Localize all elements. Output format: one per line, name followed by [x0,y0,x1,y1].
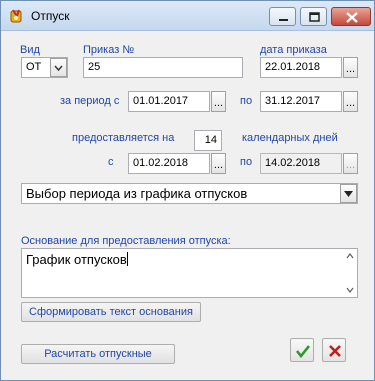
leave-to-picker-button: ... [343,153,358,174]
vid-value: ОТ [26,61,42,73]
chevron-down-icon [54,65,63,72]
basis-textarea[interactable]: График отпусков [21,248,358,298]
calculate-leave-pay-button[interactable]: Расчитать отпускные [21,344,175,364]
date-prikaz-value: 22.01.2018 [265,61,321,73]
date-prikaz-label: дата приказа [260,44,327,56]
date-prikaz-picker-button[interactable]: ... [343,57,358,78]
basis-label: Основание для предоставления отпуска: [21,235,231,247]
schedule-select[interactable]: Выбор периода из графика отпусков [21,183,358,204]
schedule-dropdown-button[interactable] [340,184,357,203]
vid-dropdown-button[interactable] [50,58,67,77]
period-to-value: 31.12.2017 [265,95,321,107]
leave-to-input: 14.02.2018 [260,153,342,174]
maximize-button[interactable] [300,7,327,26]
minimize-button[interactable] [269,7,296,26]
prikaz-label: Приказ № [83,44,135,56]
app-icon [9,8,25,24]
ok-button[interactable] [290,338,314,362]
vid-label: Вид [20,44,40,56]
dialog-window: Отпуск Вид ОТ Приказ № 25 дата приказа 2… [0,0,375,381]
period-from-input[interactable]: 01.01.2017 [128,91,210,112]
cancel-button[interactable] [322,338,346,362]
title-bar[interactable]: Отпуск [1,1,374,31]
period-to-picker-button[interactable]: ... [343,91,358,112]
schedule-select-value: Выбор периода из графика отпусков [26,186,248,201]
close-button[interactable] [331,7,371,26]
leave-to-value: 14.02.2018 [265,157,321,169]
days-count-value: 14 [204,134,217,146]
cross-icon [329,345,341,357]
generate-basis-button[interactable]: Сформировать текст основания [21,302,201,322]
leave-to-label: по [240,156,253,168]
checkmark-icon [295,345,311,359]
form-area: Вид ОТ Приказ № 25 дата приказа 22.01.20… [8,32,367,375]
leave-from-input[interactable]: 01.02.2018 [128,153,210,174]
basis-text: График отпусков [26,252,127,267]
period-from-label: за период с [60,95,120,107]
period-to-input[interactable]: 31.12.2017 [260,91,342,112]
leave-from-label: с [108,156,114,168]
prikaz-number-value: 25 [88,61,101,73]
window-title: Отпуск [31,9,70,23]
leave-from-picker-button[interactable]: ... [211,153,226,174]
text-caret [126,252,128,266]
days-label-before: предоставляется на [72,132,175,144]
triangle-down-icon [344,191,353,197]
basis-scrollbar[interactable] [344,250,356,296]
days-count-input[interactable]: 14 [194,130,222,151]
prikaz-number-input[interactable]: 25 [83,57,243,78]
period-from-picker-button[interactable]: ... [211,91,226,112]
days-label-after: календарных дней [242,132,338,144]
leave-from-value: 01.02.2018 [133,157,189,169]
period-from-value: 01.01.2017 [133,95,189,107]
period-to-label: по [240,95,253,107]
date-prikaz-input[interactable]: 22.01.2018 [260,57,342,78]
